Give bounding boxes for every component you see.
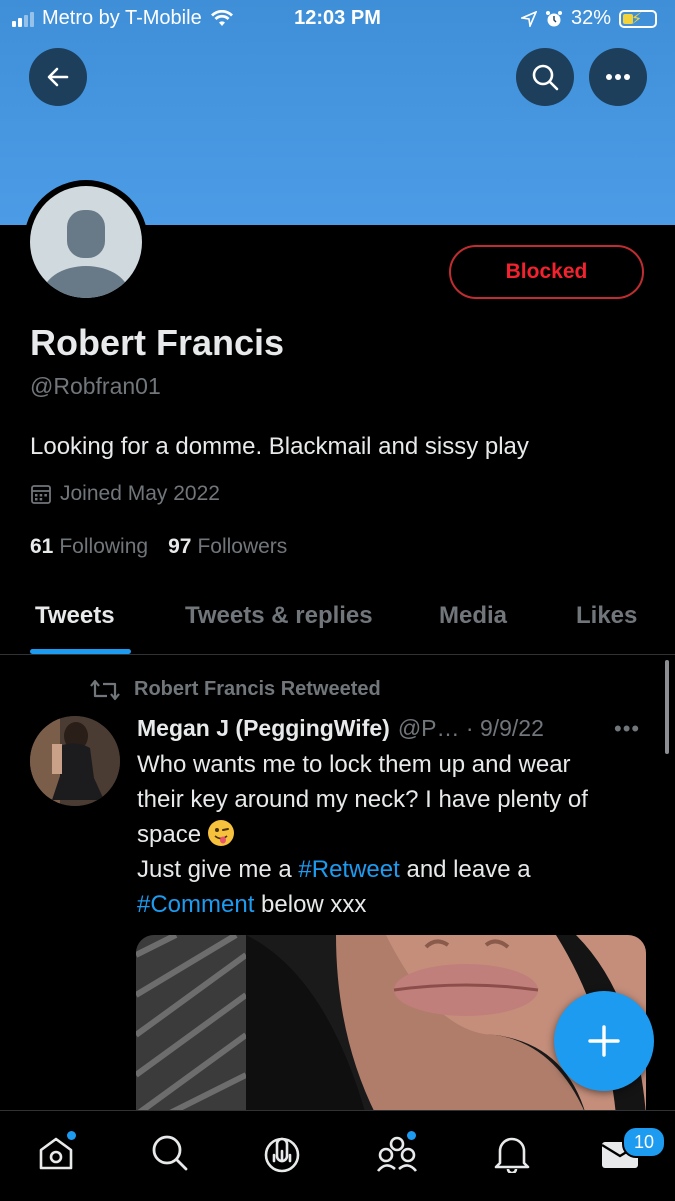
retweet-label[interactable]: Robert Francis Retweeted <box>134 678 381 701</box>
profile-bio: Looking for a domme. Blackmail and sissy… <box>30 433 529 460</box>
calendar-icon <box>31 485 51 504</box>
back-button[interactable] <box>29 48 87 106</box>
compose-tweet-button[interactable] <box>554 991 654 1091</box>
battery-charging-icon: ⚡ <box>619 9 657 28</box>
notifications-icon <box>494 1137 530 1173</box>
default-avatar-icon <box>30 186 142 298</box>
plus-icon <box>588 1025 620 1057</box>
follow-stats: 61 Following 97 Followers <box>30 535 287 559</box>
spaces-icon <box>264 1137 300 1173</box>
following-count: 61 <box>30 535 54 558</box>
profile-name: Robert Francis <box>30 322 285 363</box>
joined-label: Joined May 2022 <box>60 482 220 505</box>
followers-count: 97 <box>168 535 192 558</box>
nav-spaces[interactable] <box>260 1131 304 1175</box>
tweet-author-name[interactable]: Megan J (PeggingWife) <box>137 715 390 742</box>
status-bar: Metro by T-Mobile 12:03 PM 32% ⚡ <box>0 0 675 38</box>
alarm-icon <box>545 10 562 26</box>
blocked-button[interactable]: Blocked <box>449 245 644 299</box>
bottom-nav <box>0 1110 675 1201</box>
nav-notifications[interactable] <box>490 1131 534 1175</box>
tweet-text: Who wants me to lock them up and wear th… <box>137 747 657 922</box>
active-tab-indicator <box>30 649 131 654</box>
profile-handle: @Robfran01 <box>30 373 161 399</box>
tweet-line: space <box>137 821 202 848</box>
tweet-more-icon[interactable]: ••• <box>614 716 640 742</box>
followers-label: Followers <box>197 535 288 558</box>
more-icon <box>606 74 630 80</box>
tweet-line: Who wants me to lock them up and wear <box>137 751 571 778</box>
tweet-header: Megan J (PeggingWife) @P… · 9/9/22 <box>137 715 544 742</box>
joined-date: Joined May 2022 <box>30 482 220 506</box>
following-link[interactable]: 61 Following <box>30 535 148 559</box>
profile-avatar[interactable] <box>24 180 148 304</box>
tab-media[interactable]: Media <box>439 602 507 630</box>
search-icon <box>532 64 559 91</box>
tweet-handle-date[interactable]: @P… · 9/9/22 <box>398 715 544 742</box>
following-label: Following <box>59 535 149 558</box>
tweet-line: their key around my neck? I have plenty … <box>137 786 588 813</box>
messages-badge: 10 <box>622 1126 666 1158</box>
scrollbar[interactable] <box>665 660 669 754</box>
tab-tweets-replies[interactable]: Tweets & replies <box>185 602 373 630</box>
more-button[interactable] <box>589 48 647 106</box>
winking-tongue-emoji-icon <box>207 820 234 846</box>
hashtag-comment[interactable]: #Comment <box>137 891 254 918</box>
search-button[interactable] <box>516 48 574 106</box>
hashtag-retweet[interactable]: #Retweet <box>298 856 399 883</box>
back-arrow-icon <box>47 67 69 87</box>
home-notification-dot <box>67 1131 76 1140</box>
tab-likes[interactable]: Likes <box>576 602 637 630</box>
profile-tabs: Tweets Tweets & replies Media Likes <box>0 590 675 655</box>
followers-link[interactable]: 97 Followers <box>168 535 287 559</box>
retweet-context: Robert Francis Retweeted <box>88 678 381 701</box>
tweet-author-avatar[interactable] <box>30 716 120 806</box>
nav-search[interactable] <box>148 1131 192 1175</box>
search-icon <box>152 1135 188 1171</box>
retweet-icon <box>90 679 120 700</box>
communities-notification-dot <box>407 1131 416 1140</box>
battery-percent: 32% <box>570 7 611 29</box>
tab-tweets[interactable]: Tweets <box>35 602 115 630</box>
location-icon <box>520 10 537 27</box>
